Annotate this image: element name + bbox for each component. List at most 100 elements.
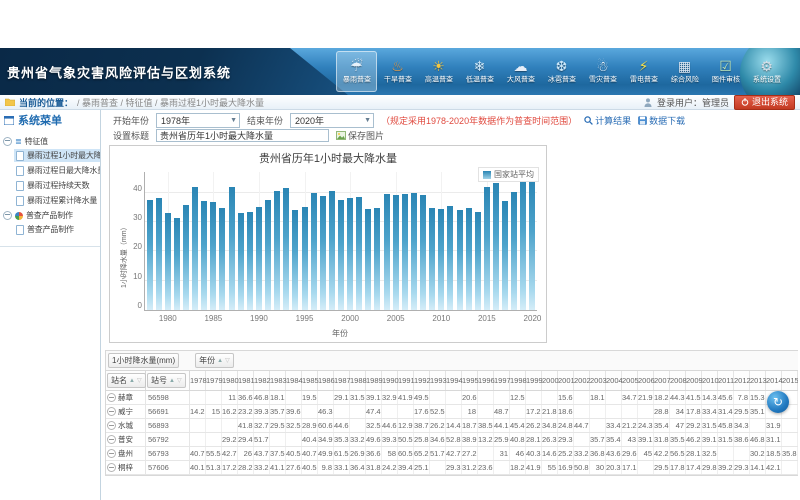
expand-row-icon[interactable]	[107, 407, 116, 416]
header-icon-hail[interactable]: ❆冰雹普查	[541, 51, 582, 92]
logout-button[interactable]: 退出系统	[734, 95, 795, 110]
chart-legend[interactable]: 国家站平均	[478, 167, 539, 182]
header-icon-composite-risk[interactable]: ▦综合风险	[664, 51, 705, 92]
main-area: 系统菜单 ≣ 特征值 暴雨过程1小时最大降水量 暴雨过程日最大降水量	[0, 110, 800, 500]
pivot-value-cell: 23.2	[238, 405, 254, 418]
year-header-1980: 1980	[222, 371, 238, 390]
year-header-1991: 1991	[398, 371, 414, 390]
rainstorm-icon: ☔	[350, 58, 363, 74]
pivot-value-cell: 25.8	[414, 433, 430, 446]
pivot-value-cell: 44.6	[334, 419, 350, 432]
year-header-1979: 1979	[206, 371, 222, 390]
list-icon: ≣	[15, 138, 22, 146]
station-name-field-chip[interactable]: 站名 ▲ ▽	[107, 373, 146, 388]
save-image-button[interactable]: 保存图片	[336, 129, 384, 142]
measure-field-chip[interactable]: 1小时降水量(mm)	[108, 353, 179, 368]
pivot-value-cell: 40.7	[190, 447, 206, 460]
pivot-value-cell: 39.2	[718, 461, 734, 474]
pivot-value-cell: 26.3	[542, 433, 558, 446]
year-header-2014: 2014	[766, 371, 782, 390]
station-id: 57606	[146, 461, 190, 474]
start-year-select[interactable]: 1978年 ▼	[156, 113, 240, 128]
header-icon-high-temp[interactable]: ☀高温普查	[418, 51, 459, 92]
pivot-value-cell	[494, 461, 510, 474]
tree-group-product-making[interactable]: 普查产品制作	[3, 210, 100, 221]
sidebar-item-hourly-max-precip[interactable]: 暴雨过程1小时最大降水量	[14, 149, 100, 162]
header-icon-snow[interactable]: ☃雪灾普查	[582, 51, 623, 92]
pivot-value-cell: 17.1	[622, 461, 638, 474]
pivot-value-cell: 28.8	[654, 405, 670, 418]
h-gridline	[145, 192, 537, 193]
bar-2002	[365, 209, 371, 310]
pivot-value-cell: 17.8	[670, 461, 686, 474]
collapse-toggle-icon[interactable]	[3, 137, 12, 146]
expand-row-icon[interactable]	[107, 435, 116, 444]
year-header-1987: 1987	[334, 371, 350, 390]
table-row-56893: 水城5689341.832.729.532.528.960.644.632.54…	[106, 419, 798, 433]
sidebar-item-duration-days[interactable]: 暴雨过程持续天数	[14, 179, 100, 192]
bar-2016	[493, 183, 499, 310]
app-header: 贵州省气象灾害风险评估与区划系统 ☔暴雨普查♨干旱普查☀高温普查❄低温普查☁大风…	[0, 48, 800, 95]
pivot-value-cell: 35.4	[606, 433, 622, 446]
pivot-value-cell: 51.7	[430, 447, 446, 460]
expand-row-icon[interactable]	[107, 463, 116, 472]
filter-icon[interactable]: ▽	[177, 378, 182, 384]
expand-row-icon[interactable]	[107, 449, 116, 458]
pivot-value-cell: 18.1	[590, 391, 606, 404]
header-icon-lightning[interactable]: ⚡雷电普查	[623, 51, 664, 92]
year-header-1998: 1998	[510, 371, 526, 390]
pivot-value-cell: 41.9	[526, 461, 542, 474]
pivot-value-cell: 33.2	[574, 447, 590, 460]
sidebar-tree: ≣ 特征值 暴雨过程1小时最大降水量 暴雨过程日最大降水量 暴雨过程持续天数	[0, 132, 100, 247]
bar-2015	[484, 187, 490, 310]
end-year-label: 结束年份	[247, 114, 283, 127]
collapse-toggle-icon[interactable]	[3, 211, 12, 220]
content-area: 开始年份 1978年 ▼ 结束年份 2020年 ▼ （规定采用1978-2020…	[101, 110, 800, 500]
tree-group-feature-values[interactable]: ≣ 特征值	[3, 136, 100, 147]
station-id: 56792	[146, 433, 190, 446]
pivot-value-cell: 18	[462, 405, 478, 418]
pivot-value-cell: 33.2	[350, 433, 366, 446]
bar-1990	[256, 207, 262, 310]
pivot-value-cell	[526, 391, 542, 404]
station-name: 赫章	[118, 392, 133, 403]
refresh-floating-button[interactable]: ↻	[767, 391, 789, 413]
sort-asc-icon[interactable]: ▲	[169, 378, 175, 384]
end-year-select[interactable]: 2020年 ▼	[290, 113, 374, 128]
station-id: 56793	[146, 447, 190, 460]
station-id-field-chip[interactable]: 站号 ▲ ▽	[147, 373, 186, 388]
year-field-chip[interactable]: 年份 ▲ ▽	[195, 353, 234, 368]
x-tick-2010: 2010	[432, 314, 450, 323]
header-icon-map-review[interactable]: ☑图件审核	[705, 51, 746, 92]
x-tick-1995: 1995	[296, 314, 314, 323]
year-header-1999: 1999	[526, 371, 542, 390]
data-download-button[interactable]: 数据下载	[638, 114, 685, 127]
breadcrumb-path[interactable]: / 暴雨普查 / 特征值 / 暴雨过程1小时最大降水量	[77, 96, 264, 109]
header-icon-label: 高温普查	[424, 75, 452, 85]
expand-row-icon[interactable]	[107, 393, 116, 402]
chart-title-input[interactable]	[156, 129, 329, 142]
filter-icon[interactable]: ▽	[225, 358, 230, 364]
header-icon-wind[interactable]: ☁大风普查	[500, 51, 541, 92]
x-tick-2020: 2020	[524, 314, 542, 323]
expand-row-icon[interactable]	[107, 421, 116, 430]
year-header-1981: 1981	[238, 371, 254, 390]
pivot-value-cell: 32.7	[254, 419, 270, 432]
header-icon-rainstorm[interactable]: ☔暴雨普查	[336, 51, 377, 92]
search-icon	[584, 116, 593, 125]
calc-result-button[interactable]: 计算结果	[584, 114, 631, 127]
sidebar-item-daily-max-precip[interactable]: 暴雨过程日最大降水量	[14, 164, 100, 177]
sort-asc-icon[interactable]: ▲	[129, 378, 135, 384]
pivot-value-cell: 14.2	[190, 405, 206, 418]
pivot-value-cell: 29.3	[734, 461, 750, 474]
header-icon-settings[interactable]: ⚙系统设置	[746, 51, 787, 92]
header-icon-low-temp[interactable]: ❄低温普查	[459, 51, 500, 92]
sidebar-item-accumulated-precip[interactable]: 暴雨过程累计降水量	[14, 194, 100, 207]
pivot-value-cell: 26.2	[430, 419, 446, 432]
pivot-value-cell: 33.4	[606, 419, 622, 432]
sort-asc-icon[interactable]: ▲	[217, 358, 223, 364]
header-icon-drought[interactable]: ♨干旱普查	[377, 51, 418, 92]
header-icon-label: 干旱普查	[383, 75, 411, 85]
filter-icon[interactable]: ▽	[137, 378, 142, 384]
sidebar-item-product-making[interactable]: 普查产品制作	[14, 223, 100, 236]
